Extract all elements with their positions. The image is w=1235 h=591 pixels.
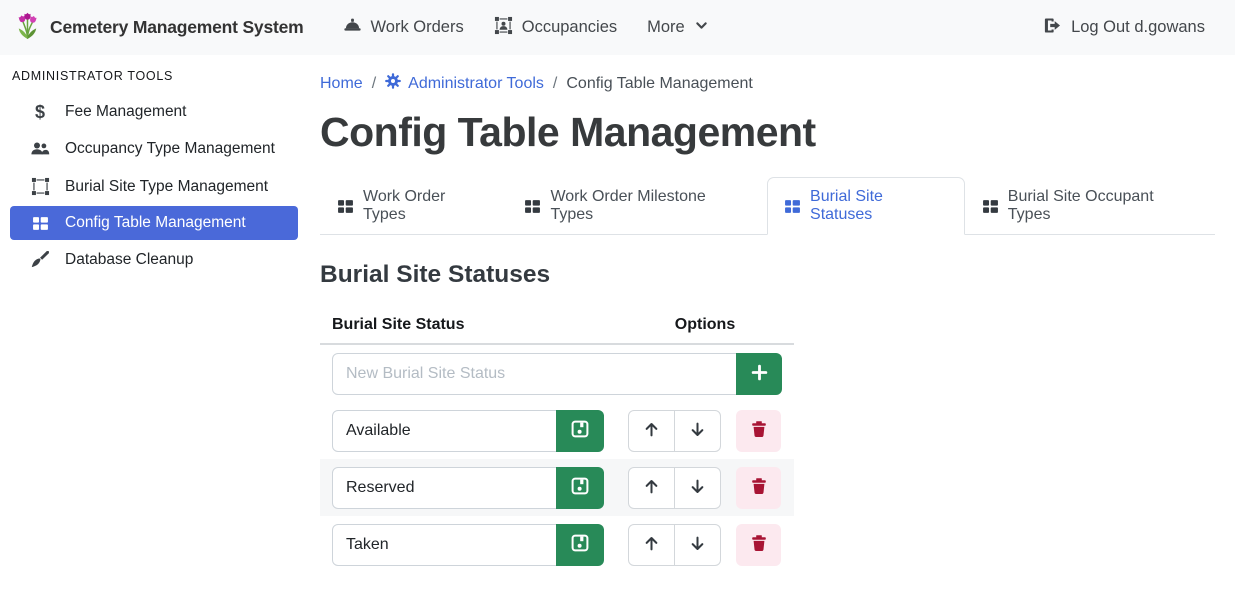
breadcrumb: Home /	[320, 73, 1215, 94]
save-status-button[interactable]	[556, 524, 604, 566]
table-icon	[337, 198, 354, 215]
table-row	[320, 516, 794, 573]
status-name-input[interactable]	[332, 410, 557, 452]
app-brand[interactable]: Cemetery Management System	[15, 11, 304, 45]
arrow-down-icon	[688, 420, 707, 442]
tab-bar: Work Order Types Work Order Milestone Ty…	[320, 177, 1215, 235]
navbar-links: Work Orders Occupancies More	[328, 8, 724, 48]
sidebar-item-occupancy-type-management[interactable]: Occupancy Type Management	[10, 131, 298, 167]
move-down-button[interactable]	[674, 467, 721, 509]
save-icon	[571, 420, 589, 441]
delete-status-button[interactable]	[736, 524, 781, 566]
tab-label: Burial Site Statuses	[810, 188, 948, 224]
top-navbar: Cemetery Management System Work Orders	[0, 0, 1235, 55]
sidebar-heading: Administrator Tools	[0, 63, 310, 93]
config-table: Burial Site Status Options	[320, 309, 794, 573]
status-name-input[interactable]	[332, 467, 557, 509]
new-status-row	[320, 345, 794, 402]
gear-icon	[385, 73, 401, 94]
arrow-up-icon	[642, 420, 661, 442]
reorder-button-group	[628, 467, 721, 509]
nav-work-orders-label: Work Orders	[371, 18, 464, 37]
delete-status-button[interactable]	[736, 467, 781, 509]
main-content: Home /	[310, 55, 1235, 591]
table-header-row: Burial Site Status Options	[320, 309, 794, 345]
tab-burial-site-statuses[interactable]: Burial Site Statuses	[767, 177, 965, 235]
reorder-button-group	[628, 410, 721, 452]
save-status-button[interactable]	[556, 467, 604, 509]
sidebar-item-label: Database Cleanup	[65, 251, 193, 269]
save-icon	[571, 477, 589, 498]
column-header-options: Options	[616, 309, 794, 343]
trash-icon	[750, 420, 768, 441]
tab-label: Burial Site Occupant Types	[1008, 188, 1198, 224]
table-icon	[982, 198, 999, 215]
arrow-down-icon	[688, 534, 707, 556]
breadcrumb-home-link[interactable]: Home	[320, 75, 363, 93]
hard-hat-icon	[343, 16, 362, 40]
table-icon	[784, 198, 801, 215]
people-icon	[28, 139, 52, 159]
logout-icon	[1043, 16, 1062, 40]
nav-occupancies[interactable]: Occupancies	[479, 8, 632, 48]
sidebar-item-burial-site-type-management[interactable]: Burial Site Type Management	[10, 169, 298, 204]
tulip-logo-icon	[15, 11, 40, 45]
reorder-button-group	[628, 524, 721, 566]
table-icon	[524, 198, 541, 215]
trash-icon	[750, 534, 768, 555]
breadcrumb-admin-tools-label: Administrator Tools	[408, 75, 544, 93]
sidebar-item-label: Burial Site Type Management	[65, 178, 268, 196]
add-status-button[interactable]	[736, 353, 782, 395]
arrow-up-icon	[642, 534, 661, 556]
nav-work-orders[interactable]: Work Orders	[328, 8, 479, 48]
save-icon	[571, 534, 589, 555]
dollar-icon: $	[28, 103, 52, 121]
page-title: Config Table Management	[320, 108, 1215, 157]
sidebar-item-config-table-management[interactable]: Config Table Management	[10, 206, 298, 240]
tab-label: Work Order Milestone Types	[550, 188, 750, 224]
nav-occupancies-label: Occupancies	[522, 18, 617, 37]
status-name-input[interactable]	[332, 524, 557, 566]
logout-button[interactable]: Log Out d.gowans	[1028, 8, 1220, 48]
move-up-button[interactable]	[628, 524, 675, 566]
arrow-up-icon	[642, 477, 661, 499]
delete-status-button[interactable]	[736, 410, 781, 452]
sidebar-item-label: Fee Management	[65, 103, 187, 121]
sidebar: Administrator Tools $ Fee Management Occ…	[0, 55, 310, 591]
table-row	[320, 459, 794, 516]
trash-icon	[750, 477, 768, 498]
tab-work-order-milestone-types[interactable]: Work Order Milestone Types	[507, 177, 767, 235]
breadcrumb-separator: /	[553, 75, 557, 93]
sidebar-item-database-cleanup[interactable]: Database Cleanup	[10, 242, 298, 277]
sidebar-item-label: Occupancy Type Management	[65, 140, 275, 158]
tab-burial-site-occupant-types[interactable]: Burial Site Occupant Types	[965, 177, 1215, 235]
tab-work-order-types[interactable]: Work Order Types	[320, 177, 507, 235]
table-icon	[28, 215, 52, 232]
breadcrumb-admin-tools-link[interactable]: Administrator Tools	[385, 73, 544, 94]
arrow-down-icon	[688, 477, 707, 499]
table-row	[320, 402, 794, 459]
column-header-status: Burial Site Status	[320, 309, 616, 343]
move-up-button[interactable]	[628, 410, 675, 452]
person-box-icon	[494, 16, 513, 40]
chevron-down-icon	[694, 18, 709, 38]
save-status-button[interactable]	[556, 410, 604, 452]
sidebar-item-fee-management[interactable]: $ Fee Management	[10, 95, 298, 129]
breadcrumb-separator: /	[372, 75, 376, 93]
nav-more[interactable]: More	[632, 10, 724, 46]
tab-label: Work Order Types	[363, 188, 490, 224]
broom-icon	[28, 250, 52, 269]
move-up-button[interactable]	[628, 467, 675, 509]
move-down-button[interactable]	[674, 410, 721, 452]
nav-more-label: More	[647, 18, 685, 37]
plus-icon	[750, 363, 769, 385]
sidebar-item-label: Config Table Management	[65, 214, 246, 232]
breadcrumb-current: Config Table Management	[566, 75, 753, 93]
logout-label: Log Out d.gowans	[1071, 18, 1205, 37]
move-down-button[interactable]	[674, 524, 721, 566]
app-title: Cemetery Management System	[50, 17, 304, 38]
vector-square-icon	[28, 177, 52, 196]
section-heading: Burial Site Statuses	[320, 261, 1215, 289]
new-status-input[interactable]	[332, 353, 737, 395]
